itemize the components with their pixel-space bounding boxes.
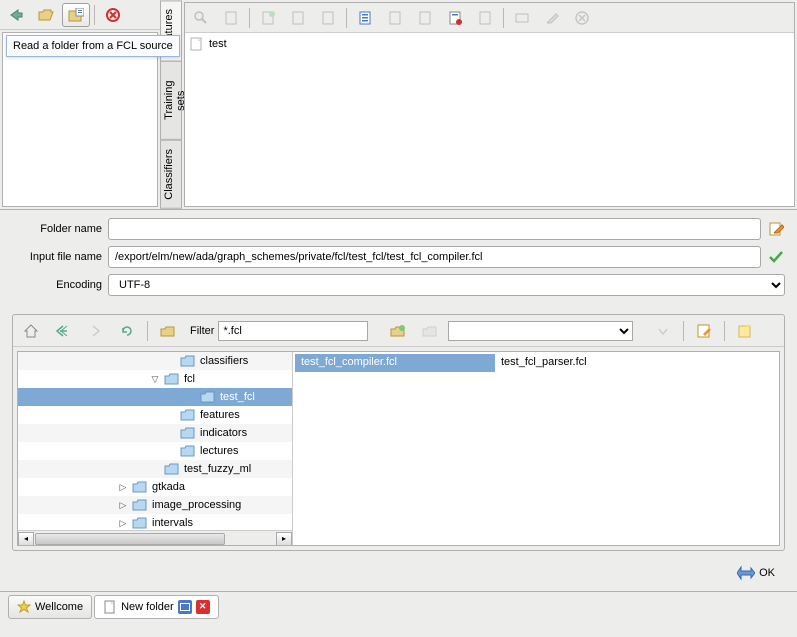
file-item[interactable]: test_fcl_compiler.fcl <box>295 354 495 372</box>
tree-item[interactable]: classifiers <box>18 352 292 370</box>
read-fcl-folder-button[interactable] <box>62 3 90 27</box>
folder-tree[interactable]: classifiers▽fcltest_fclfeaturesindicator… <box>18 352 292 530</box>
tree-item[interactable]: ▽fcl <box>18 370 292 388</box>
document-icon <box>103 600 117 614</box>
scroll-right-button[interactable]: ▸ <box>276 532 292 546</box>
file-list-pane[interactable]: test_fcl_compiler.fcltest_fcl_parser.fcl <box>293 352 779 545</box>
back-button[interactable] <box>2 3 30 27</box>
close-tab-button[interactable]: ✕ <box>196 600 210 614</box>
tool-edit[interactable] <box>538 6 566 30</box>
tool-1[interactable] <box>187 6 215 30</box>
bottom-tab-bar: Wellcome New folder ✕ <box>0 591 797 621</box>
star-icon <box>17 600 31 614</box>
open-folder-button[interactable] <box>32 3 60 27</box>
tree-item[interactable]: test_fcl <box>18 388 292 406</box>
tree-item[interactable]: lectures <box>18 442 292 460</box>
dialog-buttons: OK <box>0 555 797 591</box>
document-icon <box>189 37 205 51</box>
edit-icon[interactable] <box>767 220 785 238</box>
input-file-label: Input file name <box>12 251 102 263</box>
separator <box>503 8 504 28</box>
cancel-button[interactable] <box>99 3 127 27</box>
folder-button-2[interactable] <box>416 319 444 343</box>
tool-7[interactable] <box>381 6 409 30</box>
separator <box>94 5 95 25</box>
right-body: test <box>185 33 794 206</box>
scroll-left-button[interactable]: ◂ <box>18 532 34 546</box>
tree-root-item[interactable]: test <box>189 37 790 51</box>
tool-4[interactable] <box>284 6 312 30</box>
form-area: Folder name Input file name Encoding UTF… <box>0 210 797 310</box>
left-toolbar <box>0 0 160 30</box>
check-icon[interactable] <box>767 248 785 266</box>
tool-doc-blue[interactable] <box>351 6 379 30</box>
minimize-icon[interactable] <box>178 600 192 614</box>
file-browser: Filter classifiers▽fcltest_fclfeaturesin… <box>12 314 785 551</box>
forward-nav-button[interactable] <box>81 319 109 343</box>
separator <box>724 321 725 341</box>
browser-toolbar: Filter <box>13 315 784 347</box>
tree-root-label: test <box>209 38 227 50</box>
left-content-pane <box>2 32 158 207</box>
tool-10[interactable] <box>471 6 499 30</box>
ok-button[interactable]: OK <box>731 563 781 583</box>
tool-doc-red[interactable] <box>441 6 469 30</box>
folder-name-input[interactable] <box>108 218 761 240</box>
ok-label: OK <box>759 567 775 579</box>
down-button[interactable] <box>649 319 677 343</box>
ok-icon <box>737 565 755 581</box>
tab-new-folder[interactable]: New folder ✕ <box>94 595 219 619</box>
separator <box>346 8 347 28</box>
refresh-button[interactable] <box>113 319 141 343</box>
folder-up-button[interactable] <box>154 319 182 343</box>
separator <box>683 321 684 341</box>
vtab-classifiers[interactable]: Classifiers <box>160 140 182 209</box>
scroll-thumb[interactable] <box>35 533 225 545</box>
encoding-label: Encoding <box>12 279 102 291</box>
vtab-training-sets[interactable]: Training sets <box>160 61 182 140</box>
encoding-select[interactable]: UTF-8 <box>108 274 785 296</box>
right-toolbar <box>185 3 794 33</box>
tab-label: Wellcome <box>35 601 83 613</box>
folder-name-label: Folder name <box>12 223 102 235</box>
tool-8[interactable] <box>411 6 439 30</box>
path-combo[interactable] <box>448 321 633 341</box>
horizontal-scrollbar[interactable]: ◂ ▸ <box>18 530 292 545</box>
home-button[interactable] <box>17 319 45 343</box>
tree-item[interactable]: indicators <box>18 424 292 442</box>
filter-input[interactable] <box>218 321 368 341</box>
tree-item[interactable]: features <box>18 406 292 424</box>
filter-label: Filter <box>190 325 214 337</box>
note-button[interactable] <box>690 319 718 343</box>
tree-item[interactable]: test_fuzzy_ml <box>18 460 292 478</box>
input-file-input[interactable] <box>108 246 761 268</box>
back-nav-button[interactable] <box>49 319 77 343</box>
tool-11[interactable] <box>508 6 536 30</box>
tool-5[interactable] <box>314 6 342 30</box>
separator <box>147 321 148 341</box>
tool-3[interactable] <box>254 6 282 30</box>
tree-item[interactable]: ▷intervals <box>18 514 292 530</box>
file-item[interactable]: test_fcl_parser.fcl <box>495 354 695 372</box>
tool-close[interactable] <box>568 6 596 30</box>
folder-tree-pane: classifiers▽fcltest_fclfeaturesindicator… <box>18 352 293 545</box>
vertical-tabs: Features Training sets Classifiers <box>160 0 182 209</box>
new-note-button[interactable] <box>731 319 759 343</box>
tooltip: Read a folder from a FCL source <box>6 35 180 57</box>
tree-item[interactable]: ▷image_processing <box>18 496 292 514</box>
tab-label: New folder <box>121 601 174 613</box>
tool-2[interactable] <box>217 6 245 30</box>
separator <box>249 8 250 28</box>
new-folder-button[interactable] <box>384 319 412 343</box>
tab-wellcome[interactable]: Wellcome <box>8 595 92 619</box>
tree-item[interactable]: ▷gtkada <box>18 478 292 496</box>
